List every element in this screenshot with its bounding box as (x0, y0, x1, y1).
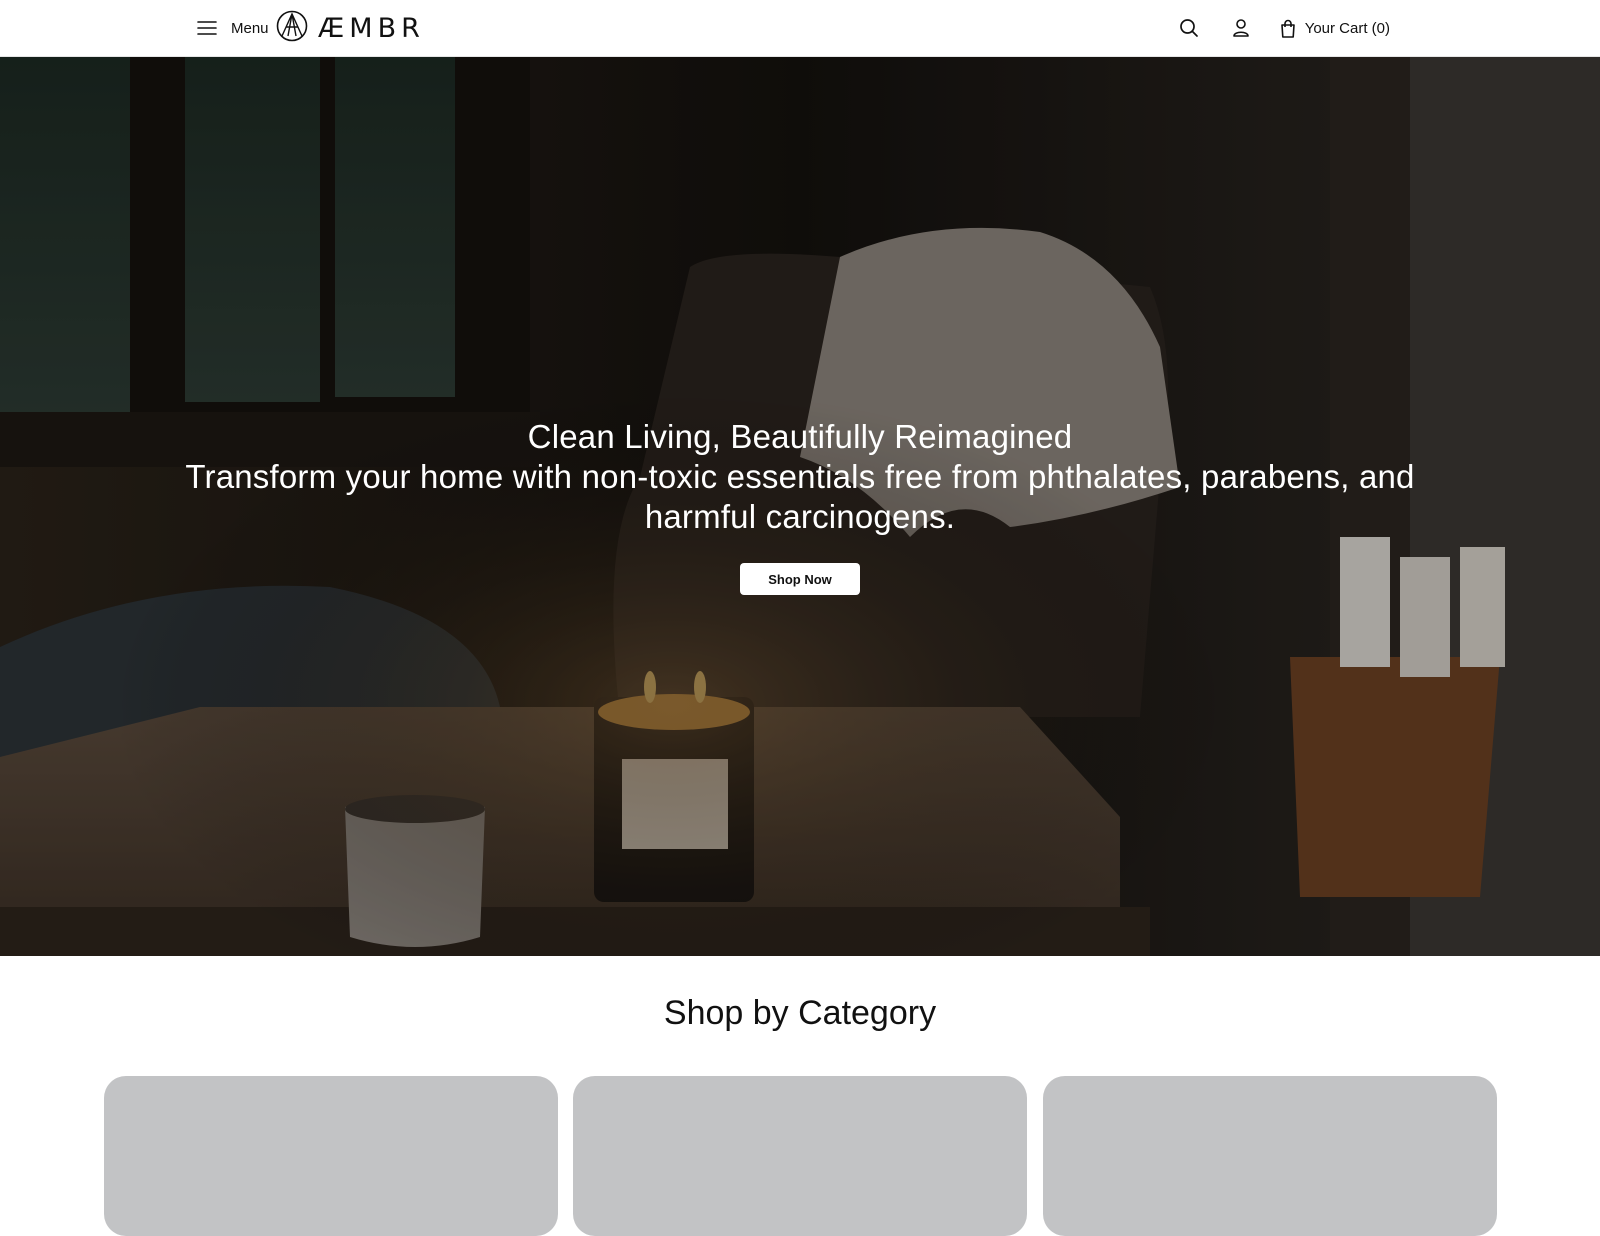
hamburger-icon (193, 14, 221, 42)
header-actions: Your Cart (0) (1175, 14, 1390, 42)
hero-title: Clean Living, Beautifully Reimagined (527, 418, 1073, 455)
brand-logo[interactable]: ÆMBR (276, 10, 425, 47)
menu-label: Menu (231, 19, 269, 37)
logo-emblem (276, 10, 308, 47)
brand-wordmark: ÆMBR (318, 12, 425, 44)
category-card[interactable] (1043, 1076, 1497, 1236)
search-icon[interactable] (1175, 14, 1203, 42)
shop-now-button[interactable]: Shop Now (740, 563, 860, 595)
menu-button[interactable]: Menu (193, 16, 269, 40)
category-card[interactable] (573, 1076, 1027, 1236)
site-header: Menu ÆMBR Your Cart (0) (0, 0, 1600, 57)
hero-subtitle: Transform your home with non-toxic essen… (185, 458, 1415, 535)
shopping-bag-icon (1279, 14, 1297, 42)
category-card[interactable] (104, 1076, 558, 1236)
account-icon[interactable] (1227, 14, 1255, 42)
cart-button[interactable]: Your Cart (0) (1279, 14, 1390, 42)
category-heading: Shop by Category (663, 994, 937, 1032)
hero-text-block: Clean Living, Beautifully Reimagined Tra… (150, 417, 1450, 537)
hero-banner: Clean Living, Beautifully Reimagined Tra… (0, 57, 1600, 956)
cart-label: Your Cart (0) (1304, 19, 1390, 37)
